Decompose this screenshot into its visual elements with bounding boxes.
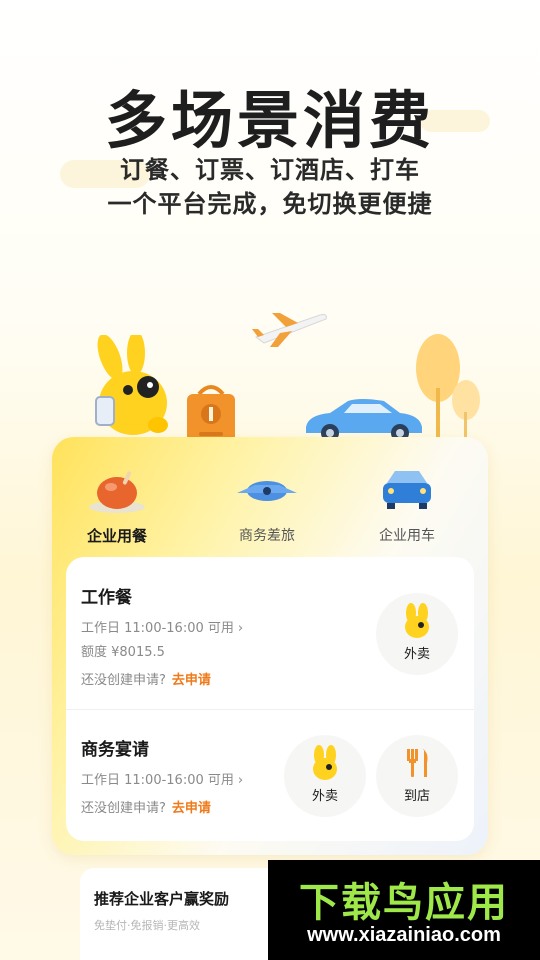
banquet-hours-text: 工作日 11:00-16:00 可用 xyxy=(81,773,234,788)
watermark-brand: 下载鸟应用 xyxy=(299,880,509,926)
section-divider xyxy=(66,709,474,710)
takeout-label: 外卖 xyxy=(403,647,430,662)
banquet-dinein-button[interactable]: 到店 xyxy=(376,735,458,817)
tab-enterprise-car[interactable]: 企业用车 xyxy=(342,463,472,545)
work-meal-apply-row: 还没创建申请? 去申请 xyxy=(81,669,211,688)
car-icon xyxy=(383,471,431,509)
banquet-apply-row: 还没创建申请? 去申请 xyxy=(81,797,211,816)
car-illustration-icon xyxy=(306,399,422,442)
rabbit-takeout-icon xyxy=(405,603,429,638)
work-meal-hours-text: 工作日 11:00-16:00 可用 xyxy=(81,621,234,636)
hero-subtitle-line2: 一个平台完成，免切换更便捷 xyxy=(107,190,433,218)
chevron-right-icon: › xyxy=(237,621,244,636)
service-card: 企业用餐 商务差旅 企业用车 工作餐 工作日 11:00-16:00 可用 › 额… xyxy=(52,437,488,855)
rabbit-mascot-icon xyxy=(95,335,168,435)
watermark-url: www.xiazainiao.com xyxy=(307,924,501,946)
promo-subtitle: 免垫付·免报销·更高效 xyxy=(94,919,200,932)
banquet-title: 商务宴请 xyxy=(81,740,149,760)
airplane-icon xyxy=(237,481,297,501)
tab-label: 企业用餐 xyxy=(86,527,147,545)
referral-promo-card[interactable]: 推荐企业客户赢奖励 免垫付·免报销·更高效 xyxy=(80,868,300,960)
airplane-illustration-icon xyxy=(252,313,327,347)
tab-label: 商务差旅 xyxy=(239,528,295,544)
apply-link[interactable]: 去申请 xyxy=(172,801,211,816)
work-meal-hours[interactable]: 工作日 11:00-16:00 可用 › xyxy=(81,617,243,636)
work-meal-quota: 额度 ¥8015.5 xyxy=(81,645,165,660)
tab-enterprise-dining[interactable]: 企业用餐 xyxy=(52,463,182,546)
work-meal-takeout-button[interactable]: 外卖 xyxy=(376,593,458,675)
rabbit-takeout-icon xyxy=(313,745,337,780)
apply-link[interactable]: 去申请 xyxy=(172,673,211,688)
apply-prompt: 还没创建申请? xyxy=(81,801,166,816)
tab-label: 企业用车 xyxy=(379,528,435,544)
hero-headline: 多场景消费 xyxy=(104,84,435,157)
hero-subtitle-line1: 订餐、订票、订酒店、打车 xyxy=(120,156,420,184)
roast-chicken-icon xyxy=(89,471,145,513)
banquet-takeout-button[interactable]: 外卖 xyxy=(284,735,366,817)
watermark: 下载鸟应用 www.xiazainiao.com xyxy=(268,860,540,960)
fork-knife-icon xyxy=(407,749,428,777)
apply-prompt: 还没创建申请? xyxy=(81,673,166,688)
tab-business-travel[interactable]: 商务差旅 xyxy=(202,463,332,545)
takeout-label: 外卖 xyxy=(311,789,338,804)
dinein-label: 到店 xyxy=(403,789,430,804)
chevron-right-icon: › xyxy=(237,773,244,788)
banquet-hours[interactable]: 工作日 11:00-16:00 可用 › xyxy=(81,769,243,788)
work-meal-title: 工作餐 xyxy=(81,588,132,608)
tree-decoration-icon xyxy=(416,334,480,438)
takeout-bag-icon xyxy=(187,385,235,444)
promo-title: 推荐企业客户赢奖励 xyxy=(94,890,230,908)
dining-panel: 工作餐 工作日 11:00-16:00 可用 › 额度 ¥8015.5 还没创建申… xyxy=(66,557,474,841)
